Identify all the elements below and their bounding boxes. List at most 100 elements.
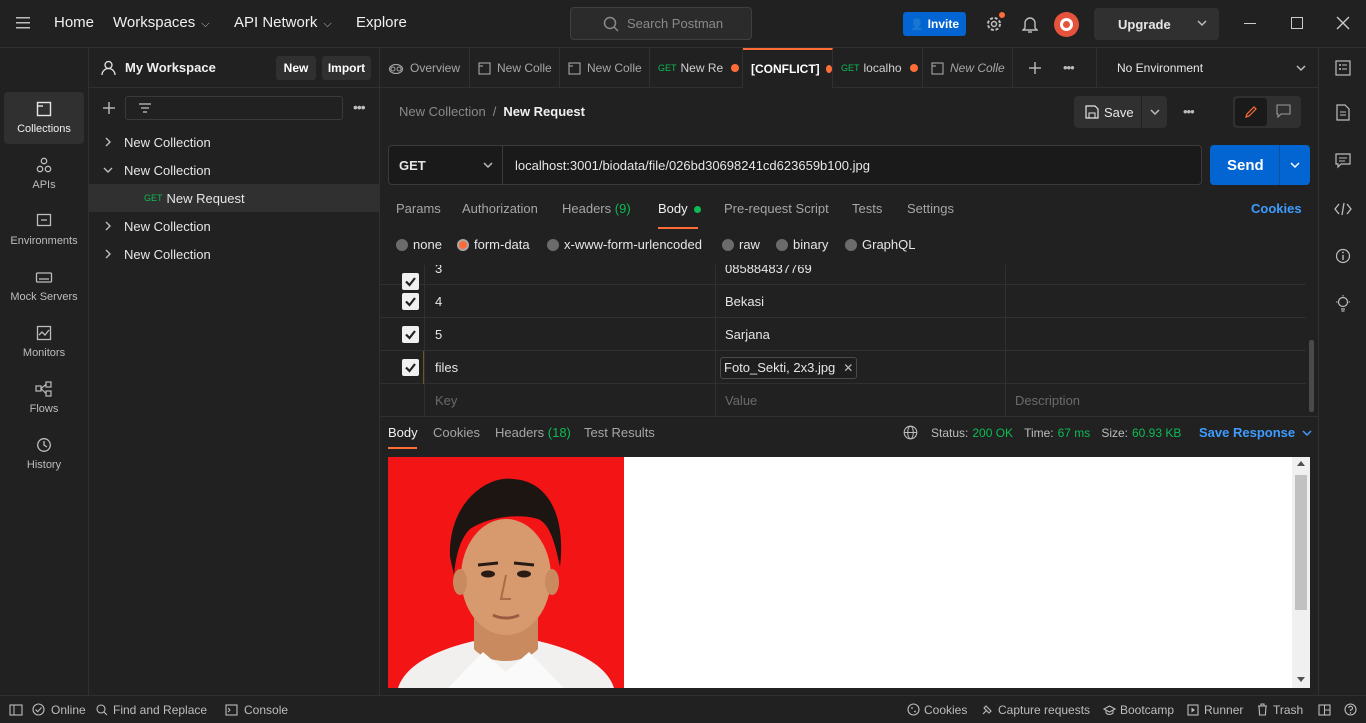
send-options-button[interactable] [1279, 145, 1310, 185]
code-icon[interactable] [1334, 202, 1352, 216]
tree-request[interactable]: GET New Request [89, 184, 379, 212]
settings-icon[interactable] [985, 12, 1005, 33]
tab-collection[interactable]: New Colle [470, 48, 560, 88]
import-button[interactable]: Import [322, 56, 371, 80]
environment-select[interactable]: No Environment [1096, 48, 1318, 88]
checkbox-checked[interactable] [402, 359, 419, 376]
add-icon[interactable] [102, 101, 116, 115]
lightbulb-icon[interactable] [1335, 295, 1351, 313]
console-button[interactable]: Console [225, 696, 288, 723]
minimize-icon[interactable] [1244, 23, 1256, 24]
tab-conflict[interactable]: [CONFLICT] [743, 48, 833, 88]
response-tab-cookies[interactable]: Cookies [433, 425, 480, 440]
nav-workspaces[interactable]: Workspaces ⌵ [113, 14, 210, 31]
new-button[interactable]: New [276, 56, 316, 80]
body-mode-raw[interactable]: raw [722, 237, 760, 252]
description-placeholder[interactable]: Description [1005, 384, 1295, 417]
url-input[interactable]: localhost:3001/biodata/file/026bd3069824… [515, 158, 870, 173]
pane-divider[interactable] [380, 416, 1318, 417]
more-options-icon[interactable]: ••• [353, 99, 366, 115]
body-mode-none[interactable]: none [396, 237, 442, 252]
save-response-button[interactable]: Save Response [1199, 425, 1313, 440]
status-value[interactable]: 200 OK [972, 426, 1013, 440]
breadcrumb-parent[interactable]: New Collection [399, 104, 486, 119]
tab-params[interactable]: Params [396, 201, 441, 216]
remove-file-icon[interactable]: ✕ [843, 361, 853, 375]
tree-collection[interactable]: New Collection [89, 240, 379, 268]
trash-button[interactable]: Trash [1257, 696, 1303, 723]
bootcamp-button[interactable]: Bootcamp [1103, 696, 1174, 723]
body-mode-binary[interactable]: binary [776, 237, 828, 252]
response-tab-test-results[interactable]: Test Results [584, 425, 655, 440]
cookies-button[interactable]: Cookies [907, 696, 967, 723]
menu-icon[interactable] [16, 17, 30, 29]
search-input[interactable]: Search Postman [570, 7, 752, 40]
response-tab-body[interactable]: Body [388, 425, 418, 449]
nav-home[interactable]: Home [54, 14, 94, 31]
viewer-scrollbar-thumb[interactable] [1295, 475, 1307, 610]
checkbox-checked[interactable] [402, 293, 419, 310]
size-value[interactable]: 60.93 KB [1132, 426, 1181, 440]
comments-icon[interactable] [1335, 153, 1351, 169]
scroll-down-icon[interactable] [1297, 677, 1305, 682]
send-button[interactable]: Send [1210, 145, 1310, 185]
upgrade-button[interactable]: Upgrade [1094, 8, 1219, 40]
cookies-link[interactable]: Cookies [1251, 201, 1302, 216]
tab-overview[interactable]: Overview [380, 48, 470, 88]
filter-input[interactable] [125, 96, 343, 120]
body-mode-graphql[interactable]: GraphQL [845, 237, 915, 252]
tab-headers[interactable]: Headers (9) [562, 201, 631, 216]
comment-view-icon[interactable] [1276, 104, 1291, 118]
capture-requests-button[interactable]: Capture requests [981, 696, 1090, 723]
help-icon[interactable] [1344, 696, 1357, 723]
form-value[interactable]: Sarjana [715, 318, 1005, 351]
breadcrumb-current[interactable]: New Request [503, 104, 585, 119]
rail-flows[interactable]: Flows [4, 372, 84, 424]
request-options-icon[interactable]: ••• [1183, 104, 1195, 119]
info-icon[interactable] [1335, 248, 1351, 264]
file-chip[interactable]: Foto_Sekti, 2x3.jpg ✕ [720, 356, 858, 379]
edit-icon[interactable] [1235, 98, 1267, 126]
tab-collection[interactable]: New Colle [923, 48, 1013, 88]
value-placeholder[interactable]: Value [715, 384, 1005, 417]
toggle-sidebar-icon[interactable] [9, 696, 23, 723]
runner-button[interactable]: Runner [1187, 696, 1243, 723]
form-key[interactable]: 4 [425, 285, 715, 318]
tab-body[interactable]: Body [658, 201, 702, 229]
tree-collection[interactable]: New Collection [89, 128, 379, 156]
rail-monitors[interactable]: Monitors [4, 316, 84, 368]
tab-request[interactable]: GET New Re [650, 48, 743, 88]
workspace-name[interactable]: My Workspace [125, 60, 216, 75]
body-mode-form-data[interactable]: form-data [457, 237, 530, 252]
find-replace-button[interactable]: Find and Replace [96, 696, 207, 723]
tree-collection[interactable]: New Collection [89, 156, 379, 184]
close-icon[interactable] [1336, 16, 1350, 30]
tab-tests[interactable]: Tests [852, 201, 882, 216]
environment-quick-look-icon[interactable] [1335, 60, 1351, 76]
globe-icon[interactable] [903, 425, 918, 440]
form-value[interactable]: 085884837769 [715, 265, 1005, 285]
tab-options-icon[interactable]: ••• [1063, 60, 1075, 75]
avatar[interactable] [1054, 12, 1079, 37]
scroll-up-icon[interactable] [1297, 461, 1305, 466]
tree-collection[interactable]: New Collection [89, 212, 379, 240]
checkbox-checked[interactable] [402, 326, 419, 343]
tab-collection[interactable]: New Colle [560, 48, 650, 88]
save-button[interactable]: Save [1074, 96, 1141, 128]
online-status[interactable]: Online [32, 696, 86, 723]
form-key[interactable]: 3 [425, 265, 715, 285]
form-key[interactable]: files [425, 351, 715, 384]
response-tab-headers[interactable]: Headers (18) [495, 425, 571, 440]
tab-pre-request-script[interactable]: Pre-request Script [724, 201, 829, 216]
invite-button[interactable]: 👤 Invite [903, 12, 966, 36]
nav-api-network[interactable]: API Network ⌵ [234, 14, 332, 31]
save-options-button[interactable] [1142, 96, 1167, 128]
body-mode-urlencoded[interactable]: x-www-form-urlencoded [547, 237, 702, 252]
tab-settings[interactable]: Settings [907, 201, 954, 216]
method-select[interactable]: GET [389, 146, 503, 184]
time-value[interactable]: 67 ms [1058, 426, 1091, 440]
nav-explore[interactable]: Explore [356, 14, 407, 31]
layout-icon[interactable] [1318, 696, 1331, 723]
table-scrollbar[interactable] [1309, 340, 1314, 412]
rail-collections[interactable]: Collections [4, 92, 84, 144]
